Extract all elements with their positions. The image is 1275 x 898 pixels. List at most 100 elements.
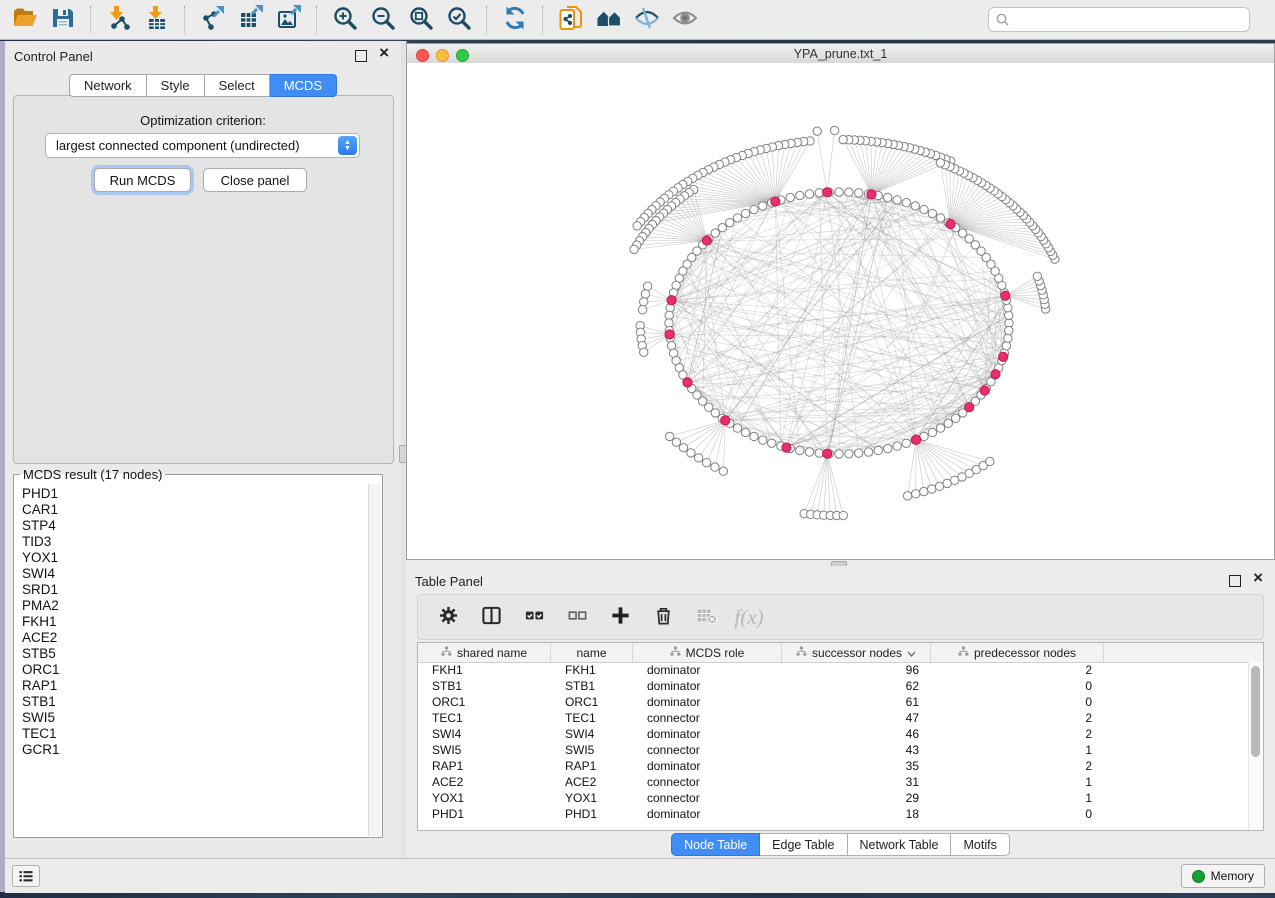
mcds-result-item[interactable]: FKH1 [22, 614, 368, 630]
table-cell-name[interactable]: ORC1 [551, 694, 633, 710]
table-cell-successor-nodes[interactable]: 62 [782, 678, 931, 694]
table-row[interactable]: FKH1FKH1dominator962 [418, 662, 1249, 678]
table-cell-shared-name[interactable]: STB1 [418, 678, 551, 694]
zoom-out-button[interactable] [368, 4, 398, 36]
mcds-result-item[interactable]: PMA2 [22, 598, 368, 614]
mcds-result-item[interactable]: ORC1 [22, 662, 368, 678]
table-row[interactable]: YOX1YOX1connector291 [418, 790, 1249, 806]
column-header-successor-nodes[interactable]: successor nodes [782, 643, 931, 662]
import-table-button[interactable] [142, 4, 172, 36]
table-row[interactable]: STB1STB1dominator620 [418, 678, 1249, 694]
float-panel-icon[interactable] [355, 50, 367, 62]
mcds-result-item[interactable]: TEC1 [22, 726, 368, 742]
close-table-panel-icon[interactable]: × [1253, 569, 1263, 587]
network-canvas-svg[interactable] [407, 63, 1274, 559]
table-cell-name[interactable]: TEC1 [551, 710, 633, 726]
table-row[interactable]: ORC1ORC1dominator610 [418, 694, 1249, 710]
show-graphics-details-button[interactable] [670, 4, 700, 36]
table-cell-mcds-role[interactable]: dominator [633, 758, 782, 774]
mcds-result-item[interactable]: STB5 [22, 646, 368, 662]
close-panel-button[interactable]: Close panel [203, 168, 307, 192]
mcds-result-item[interactable]: STP4 [22, 518, 368, 534]
mcds-result-item[interactable]: ACE2 [22, 630, 368, 646]
table-cell-name[interactable]: PHD1 [551, 806, 633, 822]
table-cell-shared-name[interactable]: RAP1 [418, 758, 551, 774]
table-row[interactable]: SWI4SWI4dominator462 [418, 726, 1249, 742]
table-row[interactable]: ACE2ACE2connector311 [418, 774, 1249, 790]
run-mcds-button[interactable]: Run MCDS [94, 168, 191, 192]
tab-mcds[interactable]: MCDS [270, 74, 337, 97]
table-row[interactable]: PHD1PHD1dominator180 [418, 806, 1249, 822]
table-cell-predecessor-nodes[interactable]: 0 [931, 806, 1104, 822]
optimization-select[interactable]: largest connected component (undirected)… [45, 133, 360, 158]
mcds-result-item[interactable]: PHD1 [22, 486, 368, 502]
table-cell-name[interactable]: SWI4 [551, 726, 633, 742]
table-cell-predecessor-nodes[interactable]: 2 [931, 710, 1104, 726]
tab-node-table[interactable]: Node Table [671, 833, 760, 856]
mcds-result-item[interactable]: YOX1 [22, 550, 368, 566]
mcds-result-item[interactable]: STB1 [22, 694, 368, 710]
table-cell-shared-name[interactable]: SWI5 [418, 742, 551, 758]
zoom-in-button[interactable] [330, 4, 360, 36]
column-header-mcds-role[interactable]: MCDS role [633, 643, 782, 662]
mcds-result-item[interactable]: GCR1 [22, 742, 368, 758]
import-network-button[interactable] [104, 4, 134, 36]
network-houses-button[interactable] [594, 4, 624, 36]
mcds-result-item[interactable]: CAR1 [22, 502, 368, 518]
table-cell-mcds-role[interactable]: connector [633, 742, 782, 758]
export-table-button[interactable] [236, 4, 266, 36]
table-cell-predecessor-nodes[interactable]: 2 [931, 758, 1104, 774]
table-cell-shared-name[interactable]: PHD1 [418, 806, 551, 822]
share-document-button[interactable] [556, 4, 586, 36]
tab-network[interactable]: Network [69, 74, 147, 97]
tab-style[interactable]: Style [147, 74, 205, 97]
table-scrollbar-thumb[interactable] [1251, 666, 1260, 757]
columns-button[interactable] [479, 605, 503, 629]
table-cell-predecessor-nodes[interactable]: 2 [931, 662, 1104, 678]
table-cell-successor-nodes[interactable]: 47 [782, 710, 931, 726]
table-cell-successor-nodes[interactable]: 29 [782, 790, 931, 806]
save-session-button[interactable] [48, 4, 78, 36]
task-history-button[interactable] [12, 865, 40, 887]
table-cell-successor-nodes[interactable]: 46 [782, 726, 931, 742]
table-cell-name[interactable]: SWI5 [551, 742, 633, 758]
table-cell-name[interactable]: STB1 [551, 678, 633, 694]
export-network-button[interactable] [198, 4, 228, 36]
table-cell-mcds-role[interactable]: dominator [633, 662, 782, 678]
column-header-shared-name[interactable]: shared name [418, 643, 551, 662]
mcds-list-scrollbar[interactable] [368, 484, 381, 836]
settings-button[interactable] [436, 605, 460, 629]
column-header-name[interactable]: name [551, 643, 633, 662]
table-row[interactable]: RAP1RAP1dominator352 [418, 758, 1249, 774]
zoom-selected-button[interactable] [444, 4, 474, 36]
close-panel-icon[interactable]: × [379, 44, 389, 62]
tab-edge-table[interactable]: Edge Table [760, 833, 847, 856]
table-cell-predecessor-nodes[interactable]: 1 [931, 774, 1104, 790]
refresh-layout-button[interactable] [500, 4, 530, 36]
table-cell-shared-name[interactable]: ACE2 [418, 774, 551, 790]
table-cell-predecessor-nodes[interactable]: 0 [931, 678, 1104, 694]
table-cell-mcds-role[interactable]: connector [633, 710, 782, 726]
table-scrollbar[interactable] [1248, 662, 1263, 830]
table-cell-predecessor-nodes[interactable]: 1 [931, 742, 1104, 758]
table-cell-shared-name[interactable]: TEC1 [418, 710, 551, 726]
table-cell-mcds-role[interactable]: dominator [633, 678, 782, 694]
table-cell-mcds-role[interactable]: dominator [633, 806, 782, 822]
open-file-button[interactable] [10, 4, 40, 36]
table-cell-name[interactable]: RAP1 [551, 758, 633, 774]
zoom-fit-button[interactable] [406, 4, 436, 36]
column-header-predecessor-nodes[interactable]: predecessor nodes [931, 643, 1104, 662]
search-input[interactable] [988, 7, 1250, 32]
delete-row-button[interactable] [651, 605, 675, 629]
table-cell-mcds-role[interactable]: connector [633, 774, 782, 790]
table-row[interactable]: SWI5SWI5connector431 [418, 742, 1249, 758]
table-cell-successor-nodes[interactable]: 43 [782, 742, 931, 758]
table-cell-name[interactable]: FKH1 [551, 662, 633, 678]
export-image-button[interactable] [274, 4, 304, 36]
table-cell-shared-name[interactable]: FKH1 [418, 662, 551, 678]
table-cell-successor-nodes[interactable]: 96 [782, 662, 931, 678]
table-cell-successor-nodes[interactable]: 18 [782, 806, 931, 822]
table-cell-successor-nodes[interactable]: 61 [782, 694, 931, 710]
mcds-result-item[interactable]: SRD1 [22, 582, 368, 598]
table-cell-shared-name[interactable]: ORC1 [418, 694, 551, 710]
